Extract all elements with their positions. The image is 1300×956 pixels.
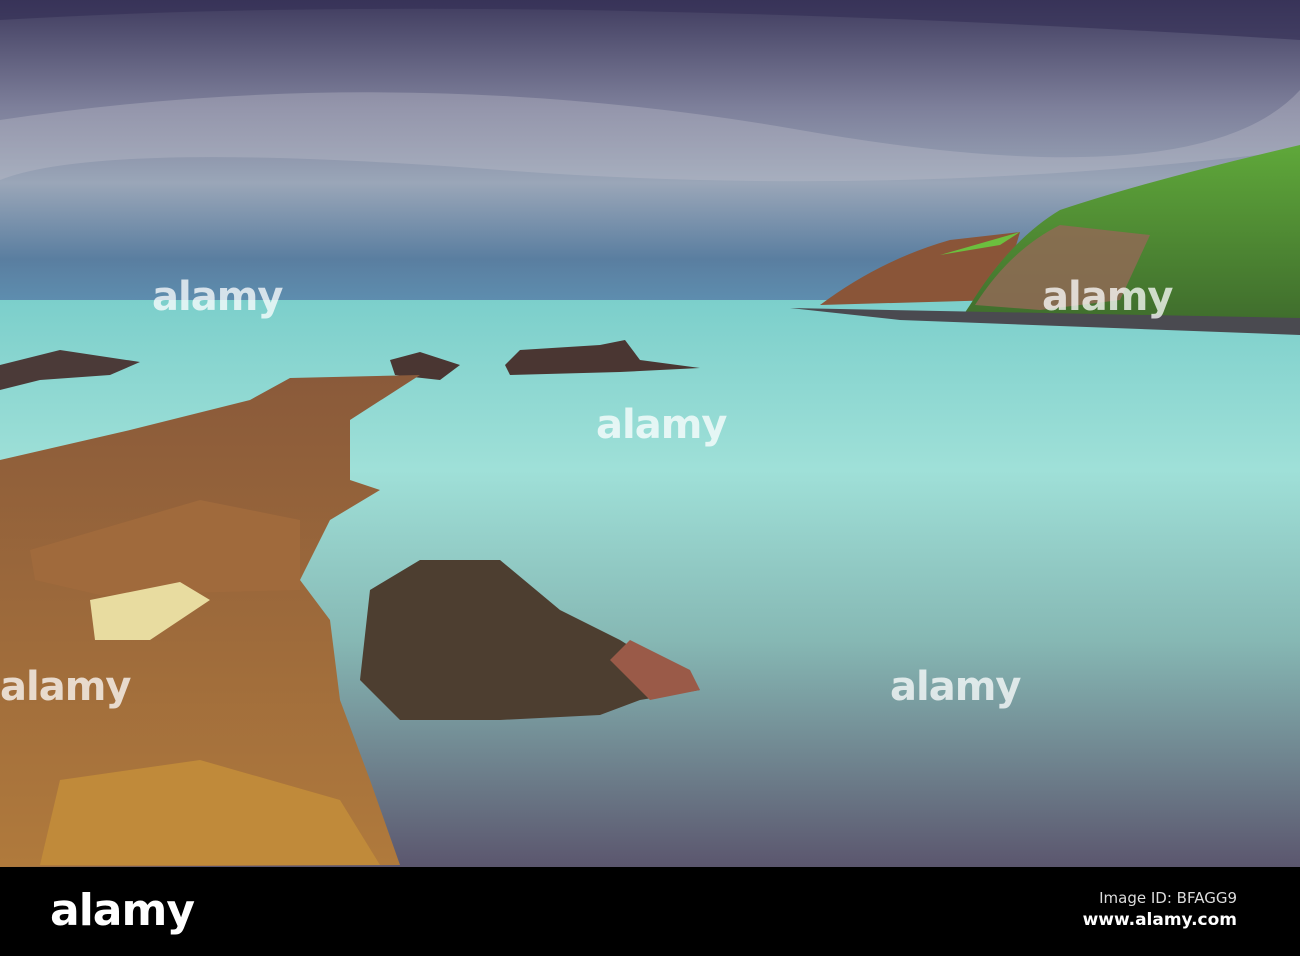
image-id: Image ID: BFAGG9 [1099,889,1237,907]
alamy-logo: alamy [50,885,195,936]
watermark: alamy [1042,274,1173,320]
stock-photo: alamy alamy alamy alamy alamy alamy Imag… [0,0,1300,956]
watermark: alamy [890,664,1021,710]
watermark: alamy [0,664,131,710]
watermark: alamy [152,274,283,320]
footer-bar: alamy Image ID: BFAGG9 www.alamy.com [0,867,1300,956]
watermark: alamy [596,402,727,448]
website-url: www.alamy.com [1082,910,1237,930]
